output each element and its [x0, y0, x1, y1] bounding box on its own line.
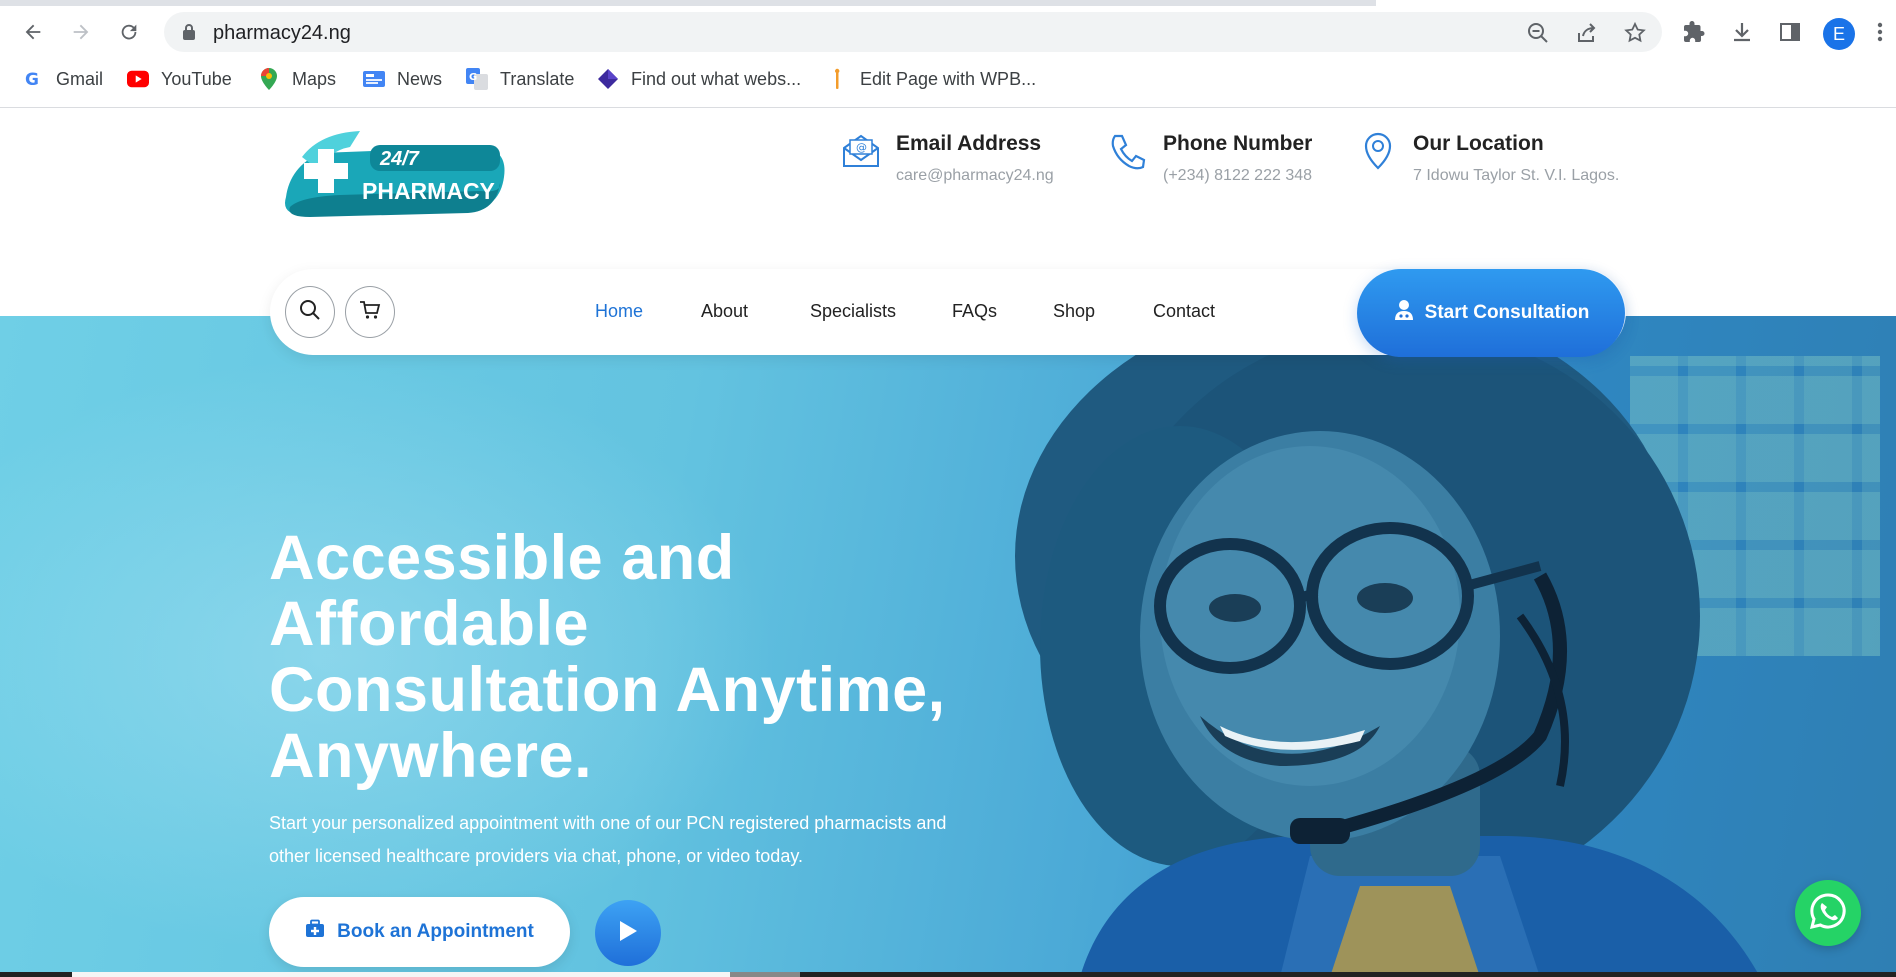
- nav-home[interactable]: Home: [595, 301, 643, 322]
- cart-icon: [359, 299, 381, 326]
- cart-button[interactable]: [345, 286, 395, 338]
- bookmark-label: Maps: [292, 68, 337, 89]
- nav-contact[interactable]: Contact: [1153, 301, 1215, 322]
- address-bar[interactable]: pharmacy24.ng: [164, 12, 1662, 52]
- bookmark-gmail[interactable]: G Gmail: [22, 66, 103, 92]
- contact-title: Our Location: [1413, 132, 1544, 155]
- book-appointment-label: Book an Appointment: [337, 921, 534, 942]
- start-consultation-button[interactable]: Start Consultation: [1357, 269, 1625, 357]
- pharmacy-logo[interactable]: 24/7 PHARMACY: [280, 127, 510, 219]
- bookmark-label: YouTube: [161, 68, 232, 89]
- logo-text-pharmacy: PHARMACY: [362, 178, 495, 204]
- contact-value[interactable]: (+234) 8122 222 348: [1163, 167, 1312, 185]
- wpbakery-icon: [826, 68, 848, 90]
- youtube-icon: [127, 68, 149, 90]
- pharmacist-photo: [1015, 316, 1760, 977]
- svg-text:G: G: [25, 70, 39, 89]
- back-icon[interactable]: [19, 18, 47, 46]
- play-icon: [617, 919, 639, 948]
- bookmark-edit-page[interactable]: Edit Page with WPB...: [826, 66, 1036, 92]
- download-icon[interactable]: [1730, 20, 1754, 44]
- url-text[interactable]: pharmacy24.ng: [213, 22, 351, 45]
- tab-strip: [0, 0, 1896, 6]
- browser-chrome: pharmacy24.ng E G Gmail YouTube Maps New…: [0, 0, 1896, 108]
- play-video-button[interactable]: [595, 900, 661, 966]
- nav-specialists[interactable]: Specialists: [810, 301, 896, 322]
- news-icon: [363, 68, 385, 90]
- page-bottom-strip: [0, 972, 1896, 977]
- location-pin-icon: [1357, 130, 1401, 174]
- extensions-icon[interactable]: [1682, 20, 1706, 44]
- reload-icon[interactable]: [115, 18, 143, 46]
- zoom-out-icon[interactable]: [1526, 21, 1550, 45]
- doctor-icon: [1393, 299, 1415, 327]
- contact-title: Phone Number: [1163, 132, 1313, 155]
- svg-text:G: G: [469, 72, 477, 83]
- hero-subtext: Start your personalized appointment with…: [269, 813, 947, 866]
- bottom-strip-segment: [72, 972, 732, 977]
- search-icon: [299, 299, 321, 326]
- book-appointment-button[interactable]: Book an Appointment: [269, 897, 570, 967]
- search-button[interactable]: [285, 286, 335, 338]
- maps-icon: [258, 68, 280, 90]
- contact-value[interactable]: care@pharmacy24.ng: [896, 167, 1054, 185]
- bookmark-label: Find out what webs...: [631, 68, 802, 89]
- bookmark-label: Gmail: [56, 68, 104, 89]
- bottom-strip-segment: [730, 972, 800, 977]
- profile-avatar[interactable]: E: [1823, 18, 1855, 50]
- active-tab[interactable]: [1376, 0, 1896, 6]
- nav-about[interactable]: About: [701, 301, 748, 322]
- bookmark-label: News: [397, 68, 443, 89]
- contact-value[interactable]: 7 Idowu Taylor St. V.I. Lagos.: [1413, 167, 1619, 185]
- bookmark-star-icon[interactable]: [1623, 21, 1647, 45]
- logo-text-247: 24/7: [379, 148, 420, 170]
- contact-title: Email Address: [896, 132, 1042, 155]
- nav-shop[interactable]: Shop: [1053, 301, 1095, 322]
- start-consultation-label: Start Consultation: [1424, 302, 1590, 323]
- bookmark-find-out[interactable]: Find out what webs...: [597, 66, 801, 92]
- browser-toolbar: pharmacy24.ng E: [0, 8, 1896, 56]
- bookmark-youtube[interactable]: YouTube: [127, 66, 232, 92]
- whatsapp-button[interactable]: [1795, 880, 1861, 946]
- bookmarks-bar: G Gmail YouTube Maps News G Translate Fi…: [0, 64, 1896, 94]
- menu-kebab-icon[interactable]: [1876, 20, 1884, 44]
- hero-headline: Accessible and Affordable Consultation A…: [269, 523, 946, 791]
- translate-icon: G: [466, 68, 488, 90]
- web-page: 24/7 PHARMACY @ Email Address care@pharm…: [0, 109, 1896, 977]
- bookmark-translate[interactable]: G Translate: [466, 66, 574, 92]
- whatsapp-icon: [1808, 891, 1848, 936]
- lock-icon[interactable]: [182, 23, 196, 46]
- bookmark-label: Edit Page with WPB...: [860, 68, 1037, 89]
- email-icon: @: [840, 130, 884, 174]
- gmail-icon: G: [22, 68, 44, 90]
- nav-faqs[interactable]: FAQs: [952, 301, 997, 322]
- share-icon[interactable]: [1575, 21, 1599, 45]
- phone-icon: [1107, 130, 1151, 174]
- svg-text:@: @: [856, 141, 867, 154]
- bookmark-news[interactable]: News: [363, 66, 442, 92]
- medical-bag-icon: [305, 919, 325, 945]
- bookmark-maps[interactable]: Maps: [258, 66, 336, 92]
- bookmark-label: Translate: [500, 68, 575, 89]
- forward-icon[interactable]: [67, 18, 95, 46]
- side-panel-icon[interactable]: [1778, 20, 1802, 44]
- diamond-icon: [597, 68, 619, 90]
